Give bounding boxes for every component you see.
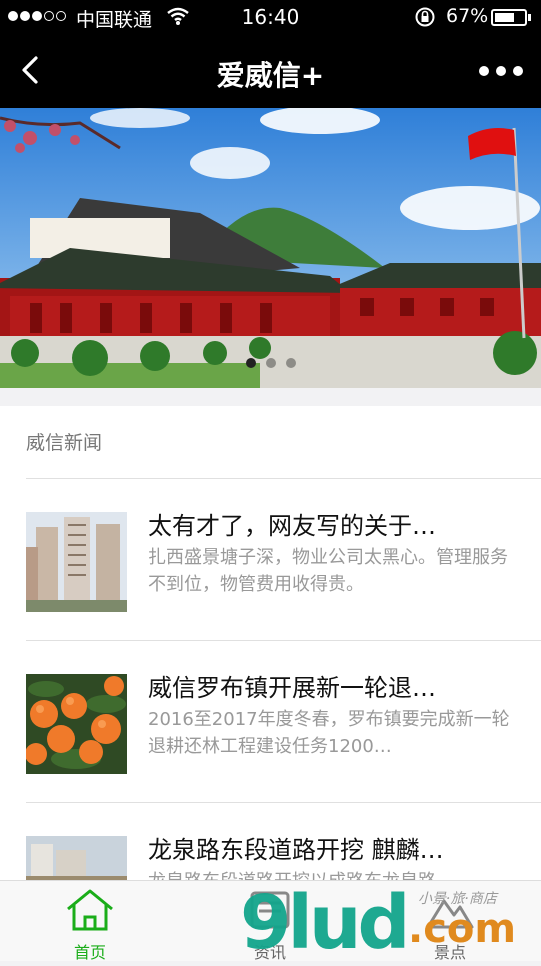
news-description: 2016至2017年度冬春，罗布镇要完成新一轮退耕还林工程建设任务1200…	[148, 709, 510, 757]
watermark-suffix: .com	[408, 906, 517, 952]
news-list-item[interactable]: 威信罗布镇开展新一轮退… 2016至2017年度冬春，罗布镇要完成新一轮退耕还林…	[0, 640, 541, 802]
banner-image	[0, 108, 541, 388]
news-title: 太有才了，网友写的关于…	[148, 512, 436, 540]
home-icon	[67, 889, 113, 931]
more-options-icon[interactable]	[476, 60, 526, 82]
banner-carousel[interactable]	[0, 108, 541, 388]
carousel-dot[interactable]	[245, 358, 256, 368]
tab-label: 首页	[73, 943, 106, 962]
carousel-dot[interactable]	[285, 358, 296, 368]
orientation-lock-icon	[415, 7, 435, 27]
battery-percent: 67%	[446, 5, 489, 27]
watermark-subtitle: 小景·旅·商店	[418, 891, 497, 907]
news-description: 扎西盛景塘子深，物业公司太黑心。管理服务不到位，物管费用收得贵。	[148, 547, 508, 595]
news-section: 威信新闻 太有才了，网友写的关于… 扎西盛景塘子深，物业公司太黑心。管理服务不到…	[0, 406, 541, 936]
watermark-logo: 9lud	[240, 880, 411, 966]
carousel-dot[interactable]	[265, 358, 276, 368]
carousel-indicator[interactable]	[0, 358, 541, 368]
news-title: 威信罗布镇开展新一轮退…	[148, 674, 436, 702]
page-title: 爱威信+	[216, 59, 325, 92]
battery-icon	[491, 9, 527, 26]
news-title: 龙泉路东段道路开挖 麒麟…	[148, 836, 444, 864]
news-list-item[interactable]: 太有才了，网友写的关于… 扎西盛景塘子深，物业公司太黑心。管理服务不到位，物管费…	[0, 478, 541, 640]
news-thumbnail	[26, 512, 127, 612]
nav-bar: 爱威信+	[0, 34, 541, 108]
battery-nub	[528, 14, 531, 21]
section-title: 威信新闻	[26, 432, 103, 454]
news-thumbnail	[26, 674, 127, 774]
tab-home[interactable]: 首页	[0, 881, 180, 962]
status-bar: 中国联通 16:40 67%	[0, 0, 541, 34]
